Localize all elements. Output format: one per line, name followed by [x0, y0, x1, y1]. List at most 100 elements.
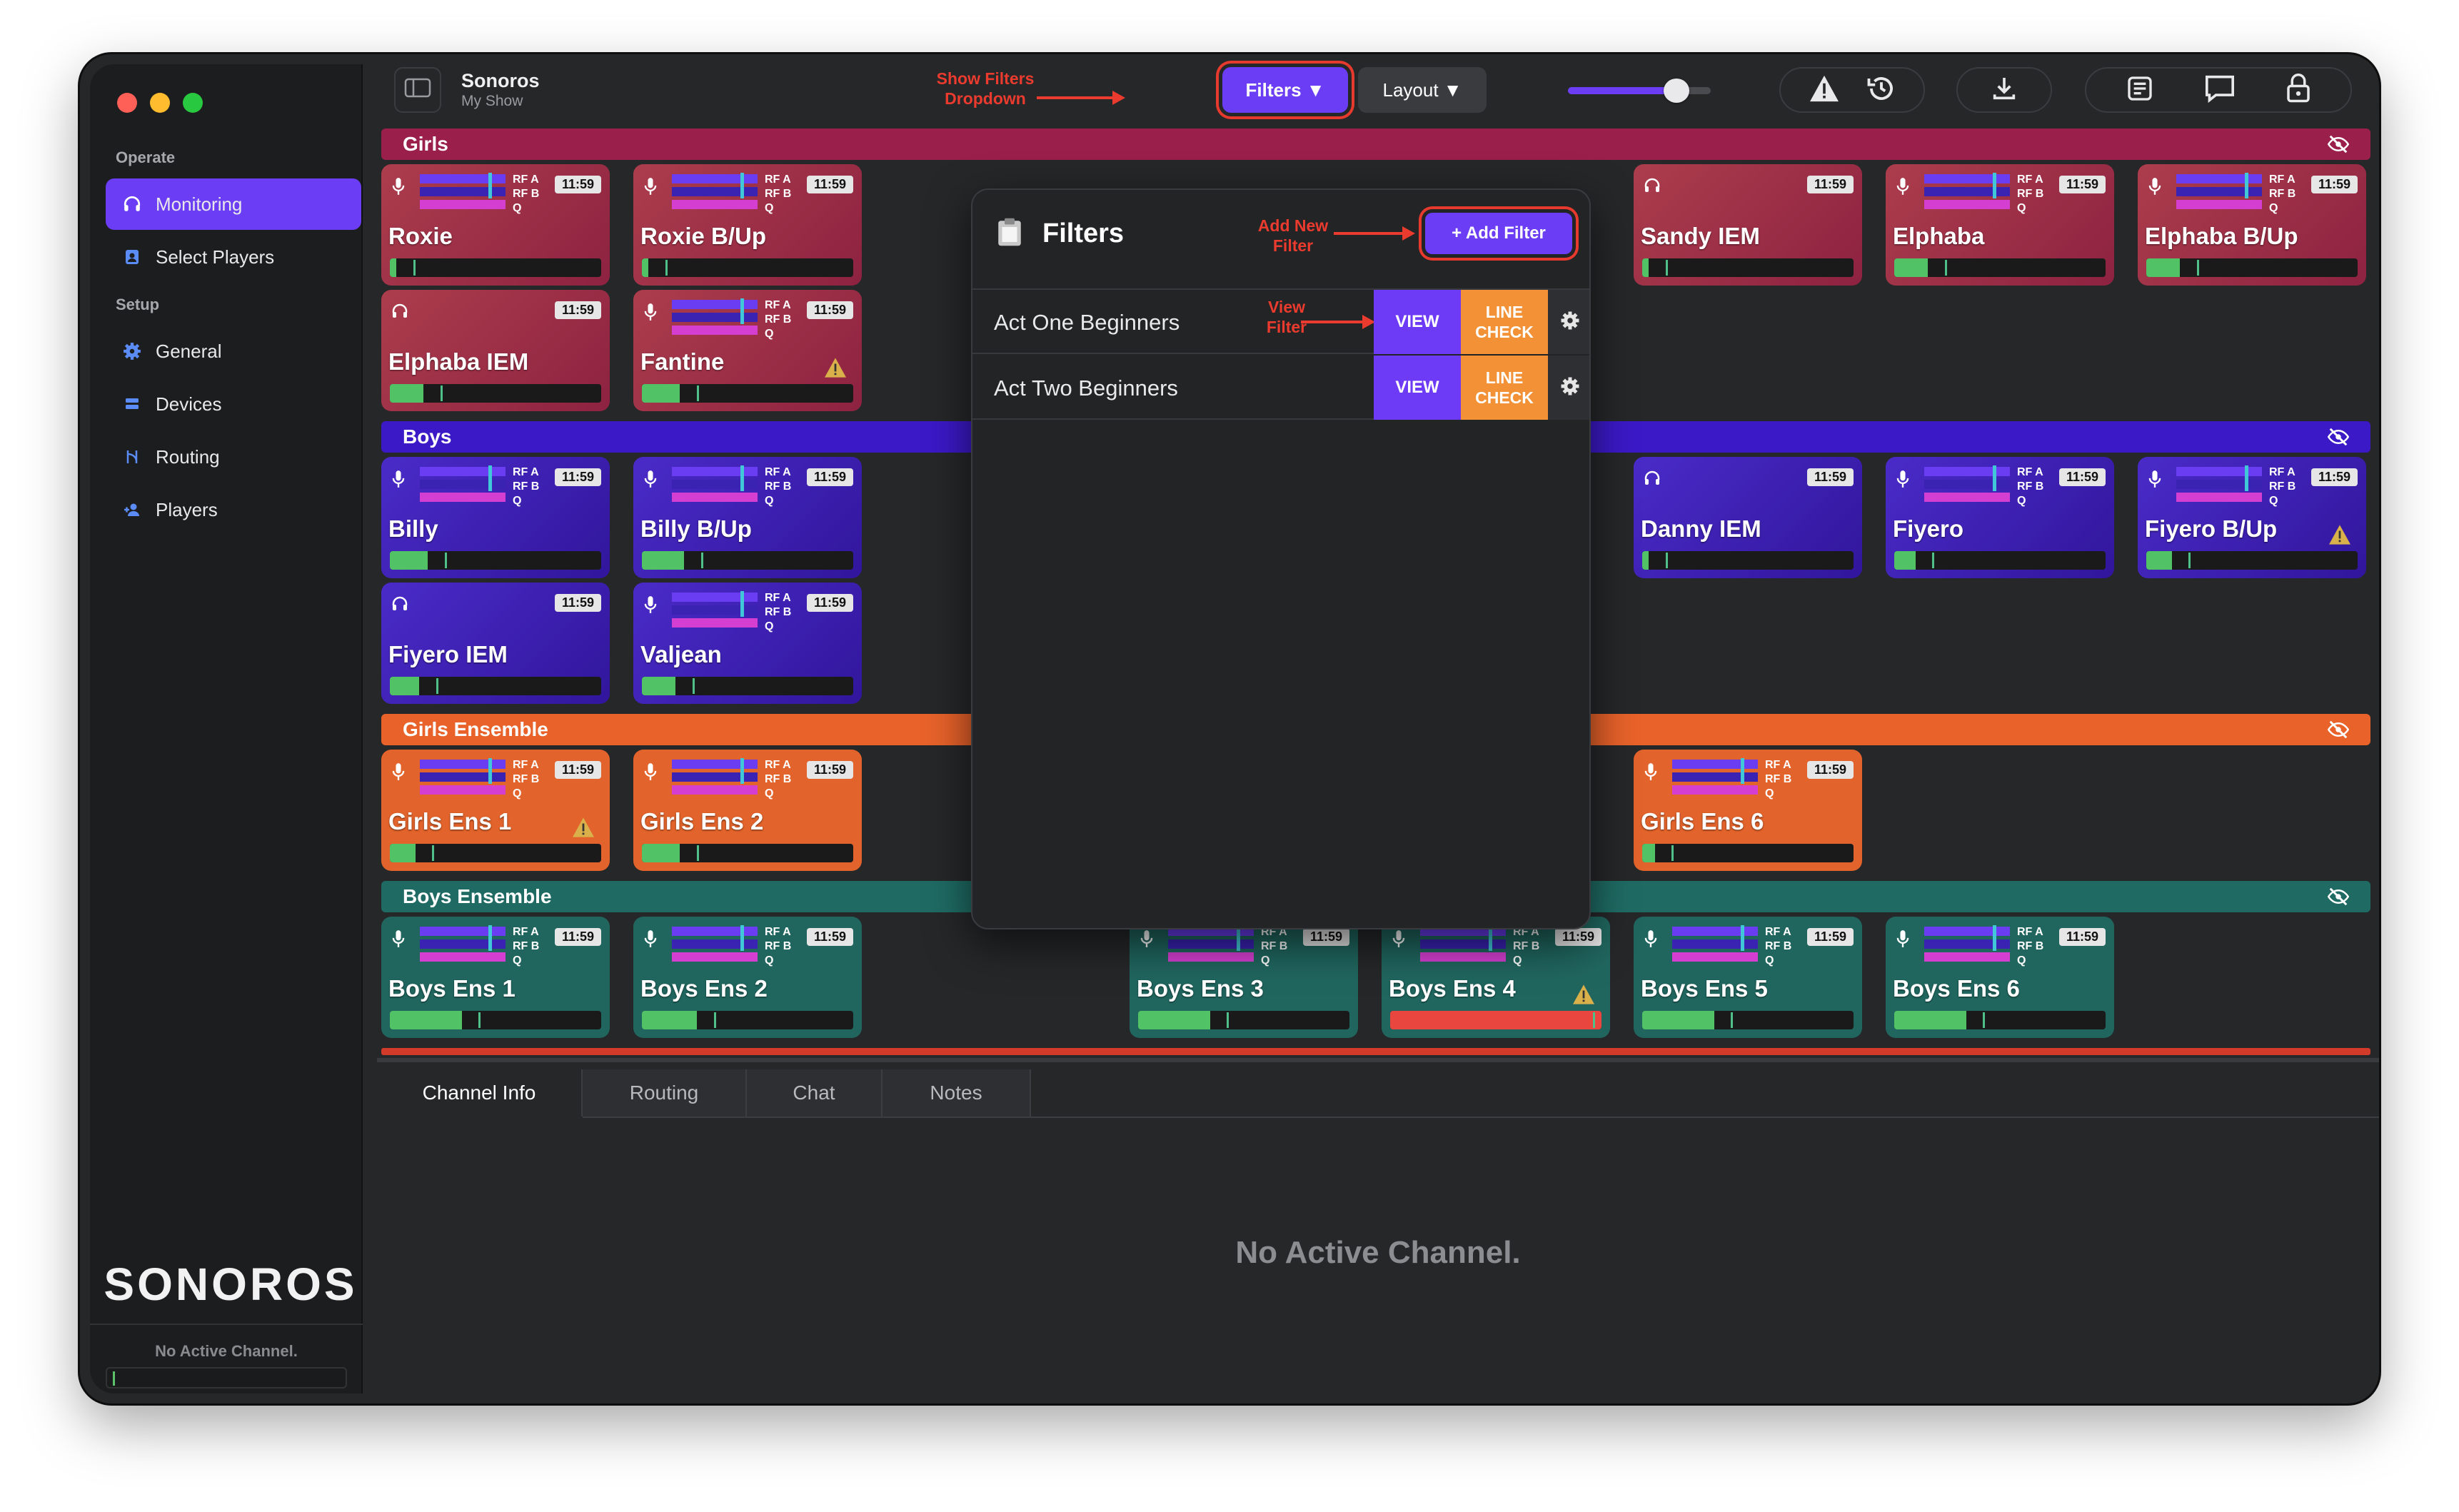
channel-card[interactable]: RF A RF B Q 11:59 Girls Ens 1 [381, 750, 610, 871]
microphone-icon [1644, 762, 1661, 781]
channel-card[interactable]: RF A RF B Q 11:59 Boys Ens 1 [381, 917, 610, 1038]
level-meter-fill [1894, 1011, 1966, 1029]
channel-card[interactable]: RF A RF B Q 11:59 Girls Ens 2 [633, 750, 862, 871]
channel-card[interactable]: RF A RF B Q 11:59 Fiyero B/Up [2138, 457, 2366, 578]
rf-a-label: RF A [513, 759, 539, 771]
level-meter [642, 1011, 853, 1029]
eye-slash-icon[interactable] [2327, 134, 2350, 154]
eye-slash-icon[interactable] [2327, 720, 2350, 740]
time-badge: 11:59 [1806, 928, 1854, 946]
channel-card[interactable]: RF A RF B Q 11:59 Billy B/Up [633, 457, 862, 578]
download-icon[interactable] [1990, 74, 2018, 106]
add-person-icon [121, 499, 143, 520]
rf-a-label: RF A [765, 592, 791, 604]
channel-name: Boys Ens 1 [388, 975, 516, 1002]
sidebar-item-select-players[interactable]: Select Players [106, 231, 361, 283]
toggle-sidebar-button[interactable] [394, 67, 441, 113]
warning-icon[interactable] [1809, 74, 1840, 106]
q-meter [420, 785, 506, 795]
sidebar-item-routing[interactable]: Routing [106, 431, 361, 483]
channel-card[interactable]: RF A RF B Q 11:59 Valjean [633, 583, 862, 704]
channel-card[interactable]: RF A RF B Q 11:59 Boys Ens 5 [1634, 917, 1862, 1038]
filter-row[interactable]: Act One Beginners View Filter VIEW LINE … [972, 290, 1589, 354]
rf-a-label: RF A [1765, 926, 1791, 938]
eye-slash-icon[interactable] [2327, 887, 2350, 907]
rf-a-label: RF A [765, 299, 791, 311]
q-meter [1420, 952, 1506, 962]
filter-row[interactable]: Act Two Beginners VIEW LINE CHECK [972, 356, 1589, 420]
level-meter [1642, 551, 1854, 570]
volume-slider-knob[interactable] [1664, 79, 1689, 103]
filter-settings-button[interactable] [1548, 356, 1589, 420]
view-filter-button[interactable]: VIEW [1374, 290, 1461, 354]
notes-icon[interactable] [2126, 74, 2154, 106]
channel-card[interactable]: RF A RF B Q 11:59 Elphaba [1886, 164, 2114, 286]
volume-slider[interactable] [1568, 79, 1711, 103]
chat-bubble-icon[interactable] [2204, 74, 2236, 106]
tab-routing[interactable]: Routing [583, 1069, 747, 1117]
sidebar-item-devices[interactable]: Devices [106, 378, 361, 430]
channel-card[interactable]: RF A RF B Q 11:59 Girls Ens 6 [1634, 750, 1862, 871]
channel-card[interactable]: RF A RF B Q 11:59 Roxie [381, 164, 610, 286]
annotation-arrow [1037, 91, 1125, 105]
channel-name: Elphaba IEM [388, 348, 529, 375]
microphone-icon [1896, 929, 1913, 948]
q-meter [420, 952, 506, 962]
channel-card[interactable]: RF A RF B Q 11:59 Boys Ens 6 [1886, 917, 2114, 1038]
channel-card[interactable]: RF A RF B Q 11:59 Boys Ens 3 [1130, 917, 1358, 1038]
line-check-button[interactable]: LINE CHECK [1461, 290, 1548, 354]
tab-channel-info[interactable]: Channel Info [377, 1069, 583, 1117]
microphone-icon [1392, 929, 1409, 948]
close-window-button[interactable] [117, 93, 137, 113]
zoom-window-button[interactable] [183, 93, 203, 113]
rf-b-meter [420, 187, 506, 196]
filter-settings-button[interactable] [1548, 290, 1589, 354]
q-label: Q [765, 954, 774, 967]
channel-name: Roxie [388, 223, 453, 249]
microphone-icon [643, 177, 660, 196]
tab-chat[interactable]: Chat [747, 1069, 882, 1117]
channel-card[interactable]: RF A RF B Q 11:59 Boys Ens 2 [633, 917, 862, 1038]
rf-labels: RF A RF BQ [765, 173, 791, 216]
channel-card[interactable]: RF A RF B Q 11:59 Roxie B/Up [633, 164, 862, 286]
sidebar-item-players[interactable]: Players [106, 484, 361, 535]
time-badge: 11:59 [554, 761, 601, 779]
add-filter-button[interactable]: + Add Filter [1425, 213, 1572, 254]
lock-icon[interactable] [2285, 73, 2311, 107]
level-meter [2146, 551, 2358, 570]
panel-resize-handle[interactable] [377, 1058, 2379, 1062]
rf-b-label: RF B [765, 313, 792, 326]
minimize-window-button[interactable] [150, 93, 170, 113]
channel-card[interactable]: 11:59 Elphaba IEM [381, 290, 610, 411]
level-peak-tick [436, 678, 439, 694]
sidebar-item-general[interactable]: General [106, 326, 361, 377]
layout-dropdown-button[interactable]: Layout ▼ [1358, 67, 1487, 113]
filter-name: Act One Beginners [994, 310, 1180, 335]
rf-labels: RF A RF BQ [2269, 465, 2295, 508]
channel-card[interactable]: RF A RF B Q 11:59 Boys Ens 4 [1382, 917, 1610, 1038]
channel-card[interactable]: 11:59 Sandy IEM [1634, 164, 1862, 286]
rf-labels: RF A RF BQ [1513, 925, 1539, 968]
channel-card[interactable]: 11:59 Fiyero IEM [381, 583, 610, 704]
channel-card[interactable]: RF A RF B Q 11:59 Elphaba B/Up [2138, 164, 2366, 286]
eye-slash-icon[interactable] [2327, 427, 2350, 447]
line-check-button[interactable]: LINE CHECK [1461, 356, 1548, 420]
warning-icon [1572, 984, 1596, 1005]
rf-b-meter [1924, 480, 2010, 489]
channel-card[interactable]: RF A RF B Q 11:59 Billy [381, 457, 610, 578]
view-filter-button[interactable]: VIEW [1374, 356, 1461, 420]
meter-strip [381, 1048, 2370, 1055]
channel-card[interactable]: RF A RF B Q 11:59 Fiyero [1886, 457, 2114, 578]
rf-a-meter [420, 927, 506, 936]
meter-marker [1993, 925, 1996, 951]
channel-card[interactable]: 11:59 Danny IEM [1634, 457, 1862, 578]
filters-dropdown-button[interactable]: Filters ▼ [1222, 67, 1348, 113]
channel-card[interactable]: RF A RF B Q 11:59 Fantine [633, 290, 862, 411]
tab-notes[interactable]: Notes [882, 1069, 1031, 1117]
section-girls[interactable]: Girls [381, 128, 2370, 160]
rf-labels: RF A RF BQ [765, 758, 791, 801]
sidebar-item-monitoring[interactable]: Monitoring [106, 178, 361, 230]
rf-b-meter [672, 939, 758, 949]
time-badge: 11:59 [2058, 468, 2106, 486]
history-icon[interactable] [1866, 74, 1896, 107]
